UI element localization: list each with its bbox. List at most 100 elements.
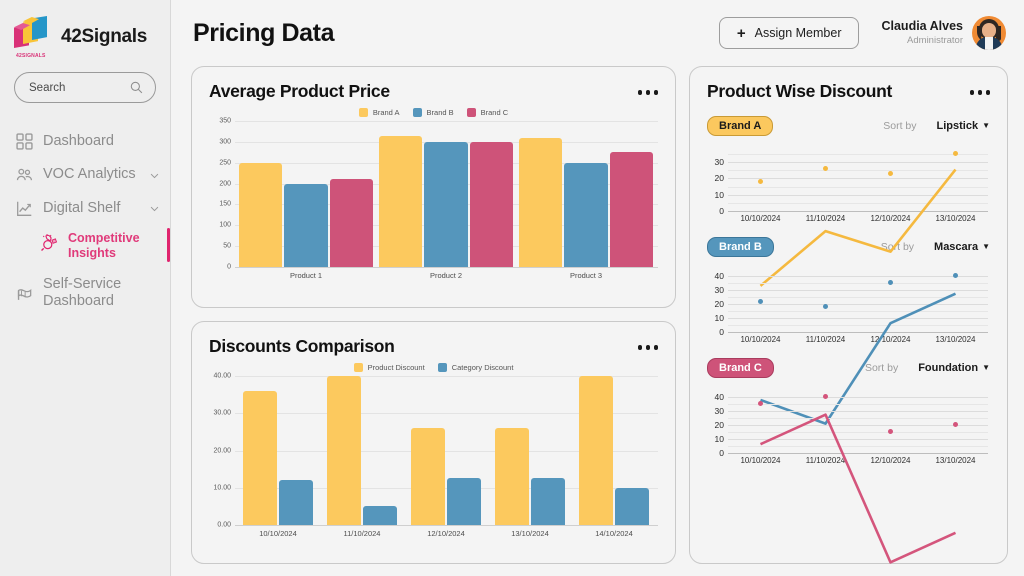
y-axis-tick: 200 (219, 180, 231, 187)
search-icon (130, 81, 143, 94)
card-title: Average Product Price (209, 81, 638, 102)
user-role: Administrator (881, 35, 963, 47)
bar-group (572, 376, 656, 525)
dashboard-grid: Average Product Price Brand A Brand B Bran… (191, 66, 1008, 564)
cube-icon (14, 16, 50, 50)
x-axis-tick: Product 1 (236, 271, 376, 280)
bar[interactable] (327, 376, 361, 525)
bar[interactable] (447, 478, 481, 525)
bar[interactable] (239, 163, 282, 267)
bar[interactable] (363, 506, 397, 525)
bar[interactable] (379, 136, 422, 267)
legend-avg-price: Brand ABrand BBrand C (209, 108, 658, 117)
y-axis-tick: 20 (715, 173, 724, 183)
legend-label: Brand B (427, 108, 454, 117)
legend-swatch (413, 108, 422, 117)
bar[interactable] (579, 376, 613, 525)
y-axis-tick: 30.00 (213, 410, 231, 417)
sidebar-item-label: Digital Shelf (43, 200, 139, 217)
bar[interactable] (564, 163, 607, 267)
search-box[interactable] (14, 72, 156, 103)
y-axis-tick: 250 (219, 159, 231, 166)
legend-swatch (359, 108, 368, 117)
bar[interactable] (279, 480, 313, 525)
legend-item: Category Discount (438, 363, 514, 372)
bar[interactable] (615, 488, 649, 525)
bar[interactable] (284, 184, 327, 267)
sidebar-item-self-service-dashboard[interactable]: Self-Service Dashboard (0, 268, 170, 319)
logo-42signals: 42SIGNALS (14, 16, 52, 58)
sidebar-item-competitive-insights[interactable]: Competitive Insights (0, 225, 170, 268)
y-axis-tick: 40 (715, 271, 724, 281)
x-axis-tick: 12/10/2024 (404, 529, 488, 538)
more-options-icon[interactable] (638, 336, 659, 350)
legend-label: Brand C (481, 108, 509, 117)
x-axis-tick: Product 3 (516, 271, 656, 280)
search-input[interactable] (29, 82, 130, 94)
legend-item: Product Discount (354, 363, 425, 372)
y-axis-tick: 0 (719, 206, 724, 216)
line-chart-icon (16, 200, 33, 217)
bar-group (404, 376, 488, 525)
y-axis-tick: 10.00 (213, 484, 231, 491)
bar[interactable] (424, 142, 467, 267)
user-menu[interactable]: Claudia Alves Administrator (881, 16, 1006, 50)
left-column: Average Product Price Brand ABrand BBran… (191, 66, 676, 564)
sort-by-label: Sort by (883, 120, 916, 132)
y-axis-tick: 10 (715, 190, 724, 200)
data-point[interactable] (888, 171, 893, 176)
legend-swatch (354, 363, 363, 372)
y-axis-tick: 30 (715, 406, 724, 416)
main-content: Pricing Data + Assign Member Claudia Alv… (171, 0, 1024, 576)
sidebar-item-label: VOC Analytics (43, 166, 139, 183)
y-axis-tick: 0 (719, 327, 724, 337)
legend-label: Product Discount (368, 363, 425, 372)
bar[interactable] (411, 428, 445, 525)
more-options-icon[interactable] (970, 81, 991, 95)
bar-group (236, 376, 320, 525)
bar-group (516, 121, 656, 267)
y-axis: 0102030 (707, 149, 727, 211)
y-axis: 050100150200250300350 (209, 121, 235, 267)
brand-pill[interactable]: Brand A (707, 116, 773, 136)
sidebar: 42SIGNALS 42Signals Dashboard (0, 0, 171, 576)
bar[interactable] (519, 138, 562, 267)
plus-icon: + (737, 26, 746, 41)
bar[interactable] (531, 478, 565, 525)
assign-member-button[interactable]: + Assign Member (719, 17, 860, 49)
bar[interactable] (330, 179, 373, 267)
more-options-icon[interactable] (638, 81, 659, 95)
x-axis-tick: Product 2 (376, 271, 516, 280)
card-discounts-comparison: Discounts Comparison Product Discount Cat… (191, 321, 676, 564)
y-axis-tick: 150 (219, 201, 231, 208)
logo-caption: 42SIGNALS (16, 53, 46, 59)
avatar[interactable] (972, 16, 1006, 50)
sidebar-item-digital-shelf[interactable]: Digital Shelf (0, 192, 170, 225)
y-axis-tick: 0.00 (217, 522, 231, 529)
card-title: Discounts Comparison (209, 336, 638, 357)
bar[interactable] (495, 428, 529, 525)
x-axis-labels: 10/10/202411/10/202412/10/202413/10/2024… (236, 529, 656, 538)
x-axis-tick: 14/10/2024 (572, 529, 656, 538)
chevron-down-icon[interactable] (149, 203, 160, 214)
brand[interactable]: 42SIGNALS 42Signals (0, 12, 170, 58)
grid-icon (16, 133, 33, 150)
user-name: Claudia Alves (881, 19, 963, 35)
y-axis-tick: 40 (715, 392, 724, 402)
legend-item: Brand B (413, 108, 454, 117)
sidebar-item-label: Self-Service Dashboard (43, 276, 160, 311)
y-axis-tick: 10 (715, 434, 724, 444)
bar[interactable] (243, 391, 277, 525)
people-icon (16, 167, 33, 184)
sort-by-dropdown[interactable]: Lipstick▼ (937, 120, 991, 132)
sidebar-item-dashboard[interactable]: Dashboard (0, 125, 170, 158)
data-point[interactable] (758, 299, 763, 304)
y-axis-tick: 20 (715, 420, 724, 430)
bar[interactable] (470, 142, 513, 267)
sidebar-item-voc-analytics[interactable]: VOC Analytics (0, 158, 170, 191)
bar-group (236, 121, 376, 267)
bar-series (236, 121, 656, 267)
chevron-down-icon[interactable] (149, 170, 160, 181)
x-axis-tick: 10/10/2024 (236, 529, 320, 538)
bar[interactable] (610, 152, 653, 267)
